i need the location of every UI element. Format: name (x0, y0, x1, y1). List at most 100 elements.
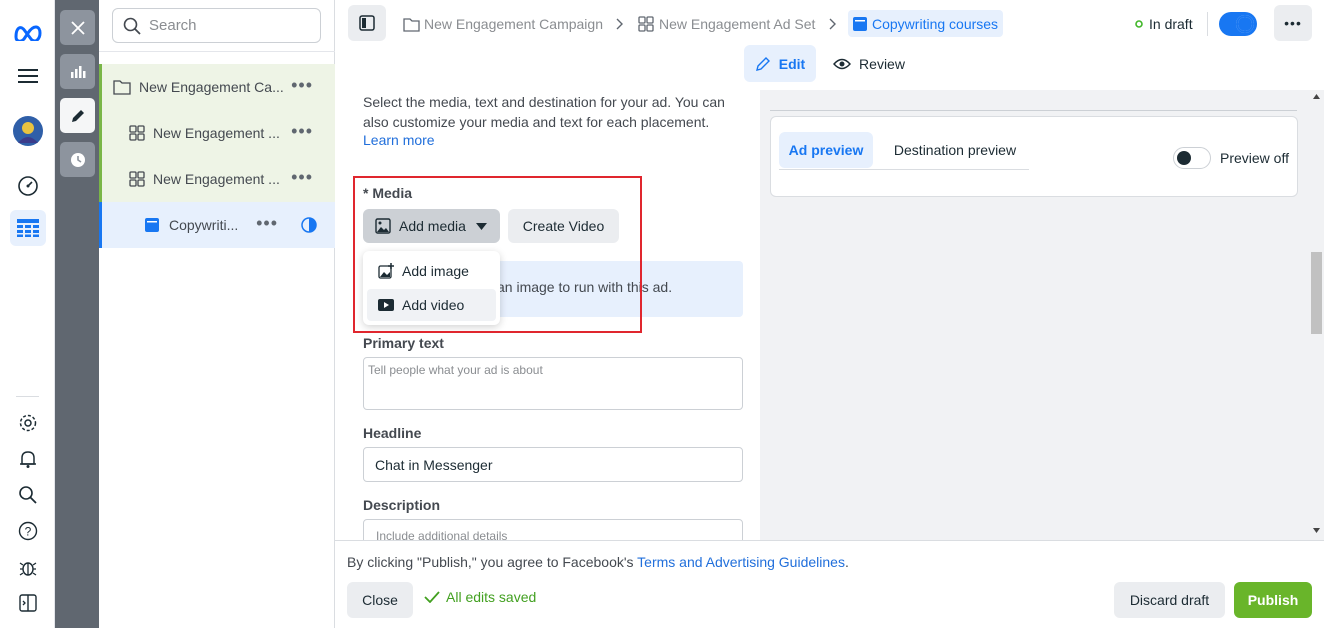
bug-report-icon[interactable] (10, 549, 46, 585)
pencil-icon (71, 109, 84, 122)
notifications-bell-icon[interactable] (10, 441, 46, 477)
breadcrumb-campaign-label: New Engagement Campaign (424, 16, 603, 32)
adset-grid-icon (129, 171, 145, 187)
settings-gear-icon[interactable] (10, 405, 46, 441)
history-button[interactable] (60, 142, 95, 177)
highlight-box (353, 176, 642, 333)
status-dot-icon (1135, 20, 1143, 28)
more-options-icon[interactable]: ••• (291, 168, 313, 186)
preview-toggle[interactable] (1173, 147, 1211, 169)
campaign-tree: Search New Engagement Ca... ••• New Enga… (99, 0, 335, 628)
scroll-down-icon[interactable] (1313, 528, 1320, 533)
learn-more-link[interactable]: Learn more (363, 132, 435, 148)
tool-rail (55, 0, 99, 628)
breadcrumb-adset-label: New Engagement Ad Set (659, 16, 816, 32)
ads-manager-table-icon[interactable] (10, 210, 46, 246)
tab-review-label: Review (859, 55, 905, 72)
toggle-sidebar-button[interactable] (348, 5, 386, 41)
preview-card: Ad preview Destination preview Preview o… (770, 116, 1298, 197)
nav-divider (16, 396, 39, 397)
checkmark-icon (424, 591, 440, 603)
headline-label: Headline (363, 425, 422, 441)
tree-item-adset[interactable]: New Engagement ... ••• (99, 156, 335, 202)
tab-edit[interactable]: Edit (744, 45, 816, 82)
adset-grid-icon (129, 125, 145, 141)
terms-link[interactable]: Terms and Advertising Guidelines (637, 554, 845, 570)
description-input[interactable]: Include additional details (363, 519, 743, 540)
meta-logo-icon[interactable] (10, 14, 46, 50)
primary-text-placeholder: Tell people what your ad is about (368, 363, 543, 377)
ad-icon (145, 218, 159, 232)
ad-icon (853, 16, 867, 31)
scrollbar-thumb[interactable] (1311, 252, 1322, 334)
more-actions-button[interactable]: ••• (1274, 5, 1312, 41)
adset-grid-icon (638, 16, 654, 32)
svg-text:?: ? (25, 525, 32, 539)
pencil-icon (755, 56, 770, 71)
more-options-icon[interactable]: ••• (291, 76, 313, 94)
publish-button[interactable]: Publish (1234, 582, 1312, 618)
primary-text-label: Primary text (363, 335, 444, 351)
close-panel-button[interactable] (60, 10, 95, 45)
tree-item-ad[interactable]: Copywriti... ••• (99, 202, 335, 248)
scroll-up-icon[interactable] (1313, 94, 1320, 99)
more-icon: ••• (1284, 15, 1302, 31)
save-status: All edits saved (424, 589, 536, 605)
headline-value: Chat in Messenger (375, 457, 493, 473)
folder-icon (403, 17, 420, 32)
preview-toggle-label: Preview off (1220, 150, 1289, 166)
close-button[interactable]: Close (347, 582, 413, 618)
tree-item-label: New Engagement ... (153, 125, 280, 141)
intro-text: Select the media, text and destination f… (363, 94, 725, 130)
more-options-icon[interactable]: ••• (291, 122, 313, 140)
headline-input[interactable]: Chat in Messenger (363, 447, 743, 482)
description-placeholder: Include additional details (376, 529, 508, 540)
terms-suffix: . (844, 554, 849, 570)
tree-item-adset[interactable]: New Engagement ... ••• (99, 110, 335, 156)
save-status-label: All edits saved (446, 589, 537, 605)
dashboard-gauge-icon[interactable] (10, 168, 46, 204)
eye-icon (833, 58, 851, 69)
draft-toggle[interactable] (1219, 12, 1257, 36)
bar-chart-icon (70, 65, 85, 78)
side-panel-toggle-icon[interactable] (10, 585, 46, 621)
preview-panel: Ad preview Destination preview Preview o… (760, 90, 1324, 540)
chevron-right-icon (616, 18, 623, 30)
breadcrumb-ad[interactable]: Copywriting courses (848, 10, 1004, 37)
charts-button[interactable] (60, 54, 95, 89)
tree-item-label: New Engagement ... (153, 171, 280, 187)
tree-item-label: Copywriti... (169, 217, 239, 233)
more-options-icon[interactable]: ••• (256, 214, 278, 232)
header-divider (1207, 12, 1208, 36)
avatar[interactable] (10, 113, 46, 149)
description-label: Description (363, 497, 441, 513)
clock-icon (70, 152, 85, 167)
hamburger-menu-icon[interactable] (10, 58, 46, 94)
tab-destination-preview[interactable]: Destination preview (881, 132, 1029, 168)
scrollbar[interactable] (1309, 90, 1324, 540)
terms-prefix: By clicking "Publish," you agree to Face… (347, 554, 638, 570)
search-input[interactable]: Search (112, 8, 321, 43)
tab-review[interactable]: Review (828, 45, 910, 82)
breadcrumb-campaign[interactable]: New Engagement Campaign (403, 12, 603, 36)
footer: By clicking "Publish," you agree to Face… (335, 540, 1324, 628)
draft-status: In draft (1135, 12, 1193, 36)
breadcrumb-adset[interactable]: New Engagement Ad Set (638, 12, 815, 36)
primary-text-input[interactable]: Tell people what your ad is about (363, 357, 743, 410)
sidebar-icon (359, 15, 375, 31)
edit-mode-button[interactable] (60, 98, 95, 133)
help-question-icon[interactable]: ? (10, 513, 46, 549)
left-nav: ? (0, 0, 55, 628)
tree-item-campaign[interactable]: New Engagement Ca... ••• (99, 64, 335, 110)
half-circle-status-icon (301, 217, 317, 233)
terms-notice: By clicking "Publish," you agree to Face… (347, 554, 849, 570)
chevron-right-icon (829, 18, 836, 30)
close-icon (70, 20, 85, 35)
search-icon[interactable] (10, 477, 46, 513)
header: New Engagement Campaign New Engagement A… (335, 0, 1324, 90)
tab-ad-preview[interactable]: Ad preview (779, 132, 873, 168)
folder-icon (113, 80, 131, 95)
tree-divider (99, 51, 335, 52)
discard-draft-button[interactable]: Discard draft (1114, 582, 1225, 618)
tree-item-label: New Engagement Ca... (139, 79, 284, 95)
